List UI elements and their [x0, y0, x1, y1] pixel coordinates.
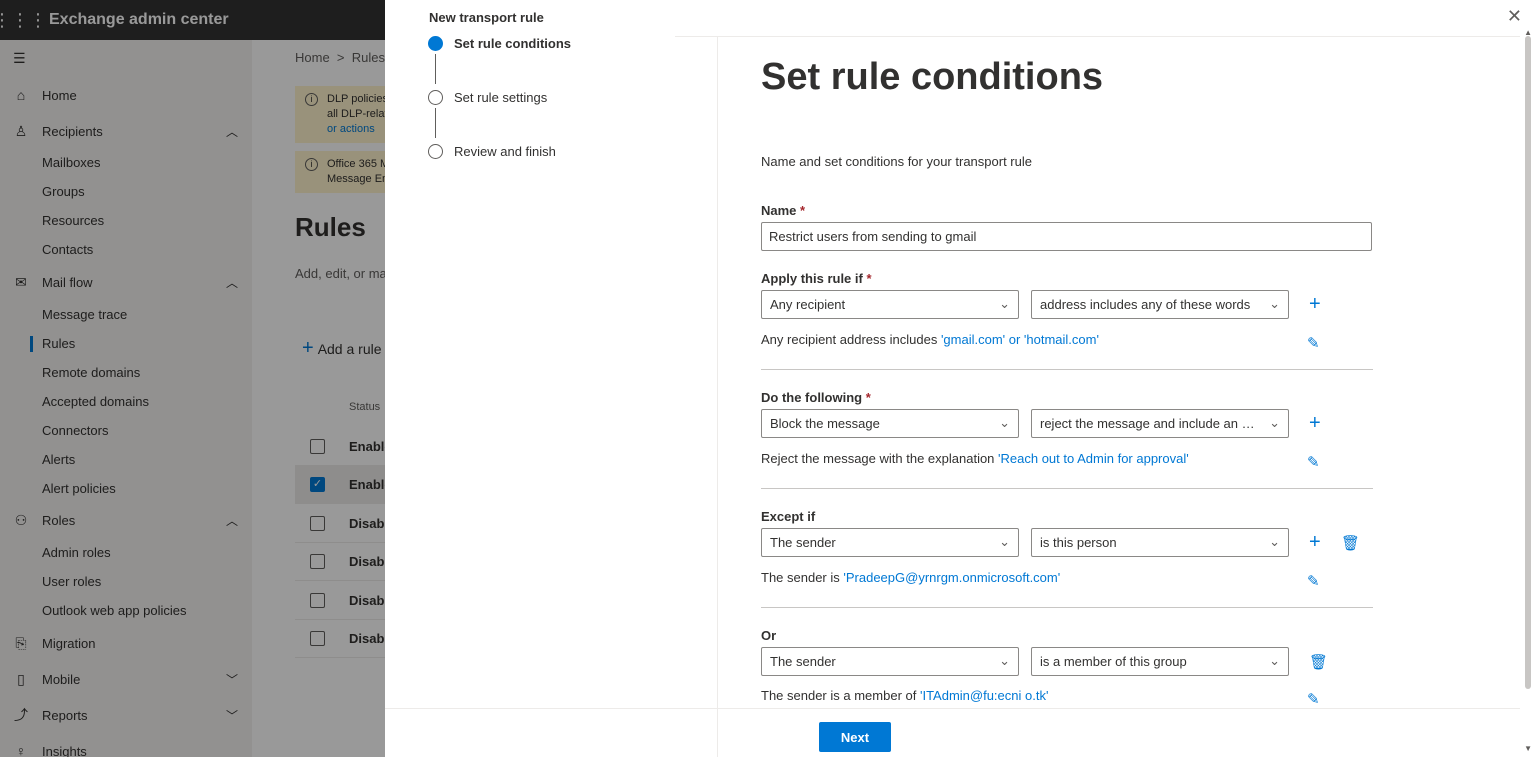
summary-text: Reject the message with the explanation	[761, 451, 999, 466]
divider	[761, 369, 1373, 370]
add-action-plus-icon[interactable]: +	[1309, 413, 1321, 433]
edit-pencil-icon[interactable]: ✎	[1307, 334, 1320, 354]
step-label: Set rule settings	[454, 90, 548, 105]
wizard-title: New transport rule	[429, 10, 544, 25]
summary-value-link[interactable]: 'Reach out to Admin for approval'	[998, 451, 1189, 466]
step-indicator	[428, 144, 443, 159]
action-dropdown[interactable]: Block the message ⌄	[761, 409, 1019, 438]
or-exception-detail-dropdown[interactable]: is a member of this group ⌄	[1031, 647, 1289, 676]
chevron-down-icon: ⌄	[1269, 296, 1280, 311]
summary-value-link[interactable]: 'PradeepG@yrnrgm.onmicrosoft.com'	[843, 570, 1060, 585]
divider	[761, 488, 1373, 489]
form-title: Set rule conditions	[761, 56, 1104, 98]
action-detail-dropdown[interactable]: reject the message and include an exp...…	[1031, 409, 1289, 438]
step-current-indicator	[428, 36, 443, 51]
dropdown-value: Block the message	[770, 416, 880, 431]
close-icon[interactable]: ✕	[1507, 6, 1522, 27]
chevron-down-icon: ⌄	[999, 653, 1010, 668]
name-label-text: Name	[761, 203, 797, 218]
rule-name-input[interactable]: Restrict users from sending to gmail	[761, 222, 1372, 251]
scroll-down-icon[interactable]: ▼	[1524, 744, 1532, 753]
action-label-text: Do the following	[761, 390, 863, 405]
edit-pencil-icon[interactable]: ✎	[1307, 453, 1320, 473]
or-label: Or	[761, 628, 777, 643]
divider	[717, 37, 718, 757]
dropdown-value: is a member of this group	[1040, 654, 1187, 669]
step-label: Set rule conditions	[454, 36, 572, 51]
modal-overlay	[0, 0, 385, 757]
summary-text: The sender is a member of	[761, 688, 920, 703]
scrollbar-thumb[interactable]	[1525, 36, 1531, 689]
action-summary: Reject the message with the explanation …	[761, 451, 1189, 466]
dropdown-value: Any recipient	[770, 297, 846, 312]
summary-value-link[interactable]: 'ITAdmin@fu:ecni o.tk'	[920, 688, 1048, 703]
step-set-rule-settings[interactable]: Set rule settings	[428, 90, 547, 105]
step-connector	[435, 54, 436, 84]
chevron-down-icon: ⌄	[999, 415, 1010, 430]
add-exception-plus-icon[interactable]: +	[1309, 532, 1321, 552]
chevron-down-icon: ⌄	[1269, 415, 1280, 430]
chevron-down-icon: ⌄	[999, 296, 1010, 311]
dropdown-value: The sender	[770, 535, 836, 550]
dropdown-value: The sender	[770, 654, 836, 669]
condition-dropdown[interactable]: Any recipient ⌄	[761, 290, 1019, 319]
action-label: Do the following *	[761, 390, 871, 405]
step-label: Review and finish	[454, 144, 556, 159]
required-marker: *	[800, 203, 806, 218]
step-set-rule-conditions[interactable]: Set rule conditions	[428, 36, 571, 51]
required-marker: *	[866, 271, 872, 286]
add-condition-plus-icon[interactable]: +	[1309, 294, 1321, 314]
chevron-down-icon: ⌄	[999, 534, 1010, 549]
exception-detail-dropdown[interactable]: is this person ⌄	[1031, 528, 1289, 557]
except-label: Except if	[761, 509, 816, 524]
step-connector	[435, 108, 436, 138]
exception-summary: The sender is 'PradeepG@yrnrgm.onmicroso…	[761, 570, 1060, 585]
name-label: Name *	[761, 203, 805, 218]
dropdown-value: address includes any of these words	[1040, 297, 1251, 312]
required-marker: *	[865, 390, 871, 405]
form-description: Name and set conditions for your transpo…	[761, 154, 1032, 169]
trash-icon[interactable]: 🗑	[1341, 534, 1360, 554]
summary-value-link[interactable]: 'gmail.com' or 'hotmail.com'	[941, 332, 1099, 347]
chevron-down-icon: ⌄	[1269, 653, 1280, 668]
step-indicator	[428, 90, 443, 105]
next-button[interactable]: Next	[819, 722, 891, 752]
summary-text: Any recipient address includes	[761, 332, 941, 347]
footer-divider	[385, 708, 1520, 709]
divider	[675, 36, 1520, 37]
summary-text: The sender is	[761, 570, 844, 585]
condition-detail-dropdown[interactable]: address includes any of these words ⌄	[1031, 290, 1289, 319]
step-review-and-finish[interactable]: Review and finish	[428, 144, 556, 159]
new-transport-rule-panel: ✕ New transport rule Set rule conditions…	[385, 0, 1536, 757]
apply-rule-label-text: Apply this rule if	[761, 271, 863, 286]
trash-icon[interactable]: 🗑	[1309, 653, 1328, 673]
dropdown-value: is this person	[1040, 535, 1117, 550]
edit-pencil-icon[interactable]: ✎	[1307, 572, 1320, 592]
divider	[761, 607, 1373, 608]
or-exception-dropdown[interactable]: The sender ⌄	[761, 647, 1019, 676]
exception-dropdown[interactable]: The sender ⌄	[761, 528, 1019, 557]
edit-pencil-icon[interactable]: ✎	[1307, 690, 1320, 710]
apply-rule-label: Apply this rule if *	[761, 271, 872, 286]
condition-summary: Any recipient address includes 'gmail.co…	[761, 332, 1099, 347]
or-exception-summary: The sender is a member of 'ITAdmin@fu:ec…	[761, 688, 1048, 703]
dropdown-value: reject the message and include an exp...	[1040, 416, 1274, 431]
chevron-down-icon: ⌄	[1269, 534, 1280, 549]
